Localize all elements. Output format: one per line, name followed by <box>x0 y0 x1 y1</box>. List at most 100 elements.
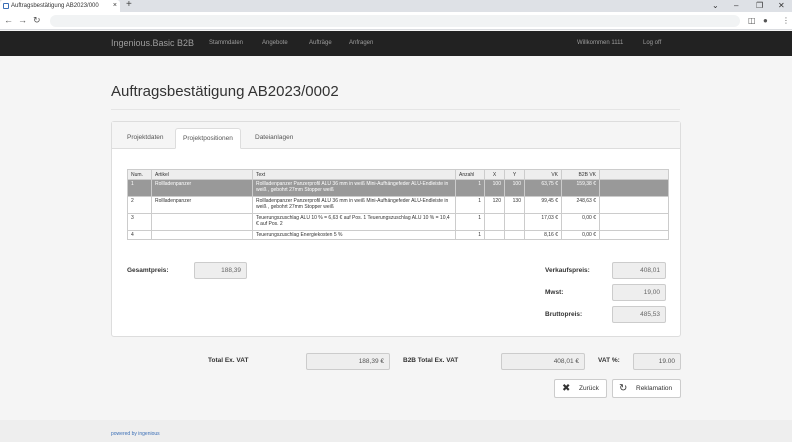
cell: 100 <box>504 179 525 197</box>
tab-projektdaten[interactable]: Projektdaten <box>120 128 171 149</box>
cell <box>599 196 669 214</box>
col-header[interactable]: Num. <box>127 169 152 180</box>
total-ex-vat-label: Total Ex. VAT <box>208 357 249 364</box>
cell: Rollladenpanzer Panzerprofil ALU 36 mm i… <box>252 179 456 197</box>
new-tab-icon[interactable]: + <box>126 0 132 10</box>
cell: Teuerungszuschlag ALU 10 % = 6,63 € auf … <box>252 213 456 231</box>
cell: 1 <box>455 213 485 231</box>
page-favicon-icon <box>3 3 9 9</box>
minimize-icon[interactable]: – <box>734 0 738 12</box>
cell: 1 <box>127 179 152 197</box>
page-title: Auftragsbestätigung AB2023/0002 <box>111 83 339 100</box>
cell <box>151 230 253 240</box>
cell <box>504 213 525 231</box>
nav-welcome[interactable]: Willkommen 1111 <box>577 31 623 56</box>
tab-search-icon[interactable]: ⌄ <box>712 0 719 12</box>
nav-stammdaten[interactable]: Stammdaten <box>209 31 243 56</box>
title-divider <box>111 109 680 110</box>
cell: 63,75 € <box>524 179 562 197</box>
cell: 159,38 € <box>561 179 600 197</box>
bruttopreis-field[interactable]: 485,53 <box>612 306 666 323</box>
tab-close-icon[interactable]: × <box>113 0 117 12</box>
page-footer: powered by ingenious <box>0 420 792 442</box>
back-arrow-icon[interactable]: ← <box>4 15 13 25</box>
back-button[interactable]: ✖ Zurück <box>554 379 607 398</box>
reload-icon[interactable]: ↻ <box>33 15 41 26</box>
mwst-label: Mwst: <box>545 289 564 296</box>
total-ex-vat-field[interactable]: 188,39 € <box>306 353 390 370</box>
table-row[interactable]: 1 Rollladenpanzer Rollladenpanzer Panzer… <box>127 179 669 197</box>
verkaufspreis-label: Verkaufspreis: <box>545 267 590 274</box>
brand-link[interactable]: Ingenious.Basic B2B <box>111 31 194 56</box>
cell: 1 <box>455 196 485 214</box>
cell: Teuerungszuschlag Energiekosten 5 % <box>252 230 456 240</box>
window-close-icon[interactable]: ✕ <box>778 0 785 12</box>
cell: 248,63 € <box>561 196 600 214</box>
col-header[interactable]: Anzahl <box>455 169 485 180</box>
menu-kebab-icon[interactable]: ⋮ <box>782 16 790 25</box>
cell: 99,45 € <box>524 196 562 214</box>
col-header[interactable]: Y <box>504 169 525 180</box>
b2b-total-field[interactable]: 408,01 € <box>501 353 585 370</box>
cell <box>484 230 505 240</box>
complaint-button[interactable]: ↻ Reklamation <box>612 379 681 398</box>
nav-angebote[interactable]: Angebote <box>262 31 288 56</box>
cell <box>599 179 669 197</box>
cell: 3 <box>127 213 152 231</box>
cell: 130 <box>504 196 525 214</box>
cell: 0,00 € <box>561 230 600 240</box>
mwst-field[interactable]: 19,00 <box>612 284 666 301</box>
cell: 120 <box>484 196 505 214</box>
cell <box>599 213 669 231</box>
cell: Rollladenpanzer <box>151 179 253 197</box>
forward-arrow-icon[interactable]: → <box>18 15 27 25</box>
cell <box>151 213 253 231</box>
complaint-button-label: Reklamation <box>636 385 673 392</box>
nav-anfragen[interactable]: Anfragen <box>349 31 373 56</box>
col-header[interactable]: X <box>484 169 505 180</box>
tab-projektpositionen[interactable]: Projektpositionen <box>175 128 241 149</box>
panel-tabs: Projektdaten Projektpositionen Dateianla… <box>112 122 680 149</box>
table-row[interactable]: 3 Teuerungszuschlag ALU 10 % = 6,63 € au… <box>127 213 669 231</box>
maximize-icon[interactable]: ❐ <box>756 0 763 12</box>
cell: 4 <box>127 230 152 240</box>
vat-field[interactable]: 19.00 <box>633 353 681 370</box>
cell: 2 <box>127 196 152 214</box>
cell <box>484 213 505 231</box>
vat-label: VAT %: <box>598 357 620 364</box>
cell: 1 <box>455 230 485 240</box>
cell: 17,03 € <box>524 213 562 231</box>
table-row[interactable]: 2 Rollladenpanzer Rollladenpanzer Panzer… <box>127 196 669 214</box>
col-header[interactable]: B2B VK <box>561 169 600 180</box>
nav-auftraege[interactable]: Aufträge <box>309 31 332 56</box>
col-header[interactable]: VK <box>524 169 562 180</box>
table-header-row: Num. Artikel Text Anzahl X Y VK B2B VK <box>127 169 669 180</box>
cell: 100 <box>484 179 505 197</box>
cell: Rollladenpanzer Panzerprofil ALU 36 mm i… <box>252 196 456 214</box>
cell: Rollladenpanzer <box>151 196 253 214</box>
browser-toolbar: ← → ↻ ◫ ● ⋮ <box>0 12 792 30</box>
positions-table: Num. Artikel Text Anzahl X Y VK B2B VK 1… <box>127 169 669 240</box>
bruttopreis-label: Bruttopreis: <box>545 311 583 318</box>
browser-tab[interactable]: Auftragsbestätigung AB2023/000 × <box>0 0 120 12</box>
nav-logoff[interactable]: Log off <box>643 31 661 56</box>
cell <box>599 230 669 240</box>
footer-link[interactable]: powered by ingenious <box>111 431 160 437</box>
project-panel: Projektdaten Projektpositionen Dateianla… <box>111 121 681 337</box>
verkaufspreis-field[interactable]: 408,01 <box>612 262 666 279</box>
address-bar[interactable] <box>50 15 740 27</box>
browser-tab-title: Auftragsbestätigung AB2023/000 <box>11 3 99 9</box>
sidepanel-icon[interactable]: ◫ <box>748 16 756 25</box>
tab-dateianlagen[interactable]: Dateianlagen <box>248 128 300 149</box>
refresh-icon: ↻ <box>619 383 628 394</box>
close-x-icon: ✖ <box>562 383 571 394</box>
browser-tabbar: Auftragsbestätigung AB2023/000 × + ⌄ – ❐… <box>0 0 792 12</box>
col-header[interactable]: Artikel <box>151 169 253 180</box>
col-header <box>599 169 669 180</box>
table-row[interactable]: 4 Teuerungszuschlag Energiekosten 5 % 1 … <box>127 230 669 240</box>
profile-icon[interactable]: ● <box>763 16 768 25</box>
gesamtpreis-field[interactable]: 188,39 <box>194 262 247 279</box>
back-button-label: Zurück <box>579 385 599 392</box>
cell: 1 <box>455 179 485 197</box>
col-header[interactable]: Text <box>252 169 456 180</box>
